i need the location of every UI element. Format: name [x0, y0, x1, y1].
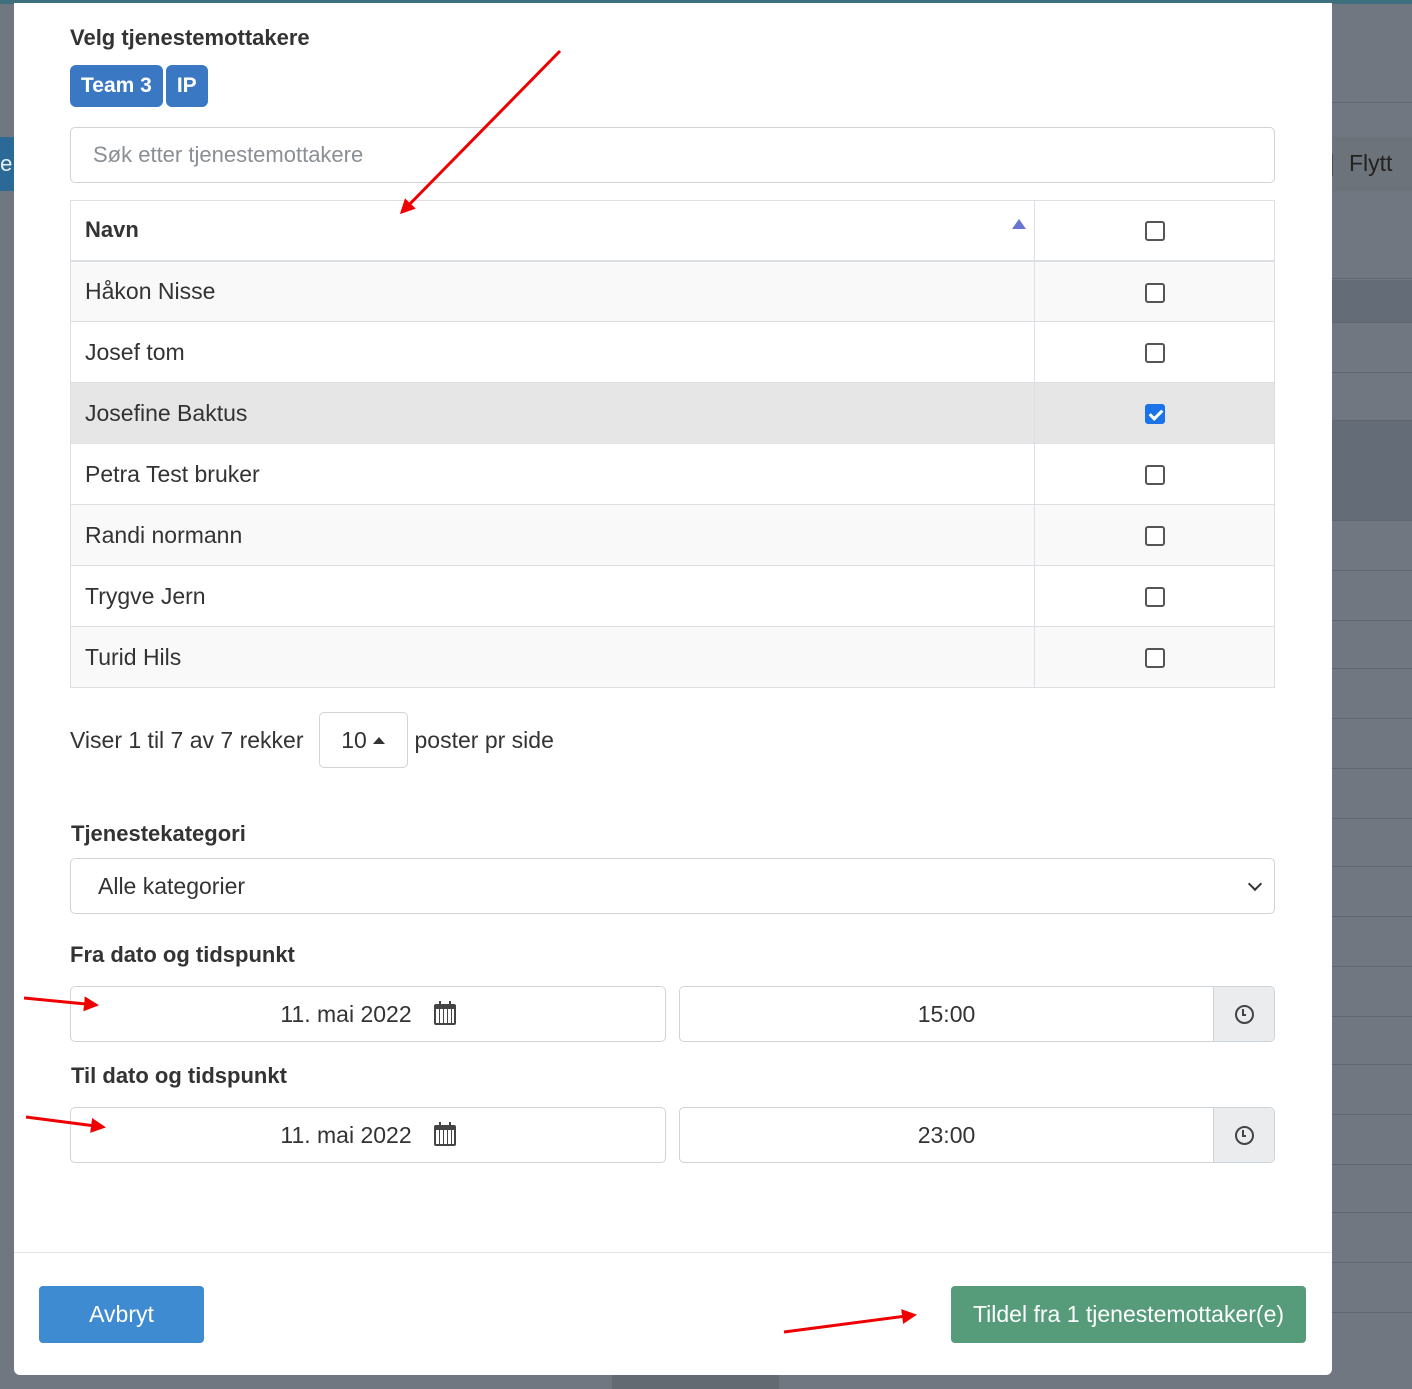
- caret-up-icon: [372, 736, 385, 744]
- from-date-input[interactable]: 11. mai 2022: [70, 986, 666, 1042]
- recipient-search-input[interactable]: [70, 127, 1275, 183]
- cancel-button[interactable]: Avbryt: [39, 1286, 204, 1343]
- chevron-down-icon: [1247, 876, 1263, 892]
- background-row: [1332, 420, 1412, 520]
- calendar-icon[interactable]: [433, 1000, 456, 1025]
- background-chip: [612, 1375, 779, 1389]
- assign-button[interactable]: Tildel fra 1 tjenestemottaker(e): [951, 1286, 1306, 1343]
- row-checkbox[interactable]: [1144, 343, 1165, 364]
- table-row[interactable]: Josef tom: [70, 321, 1275, 383]
- from-time-input[interactable]: 15:00: [679, 986, 1275, 1042]
- team-badge[interactable]: IP: [165, 65, 208, 107]
- pagination-summary: Viser 1 til 7 av 7 rekker: [70, 726, 304, 753]
- clock-icon: [1234, 1004, 1254, 1024]
- footer-divider: [14, 1252, 1332, 1253]
- row-checkbox[interactable]: [1144, 587, 1165, 608]
- recipient-name: Petra Test bruker: [70, 443, 1035, 505]
- sort-ascending-icon[interactable]: [1012, 219, 1026, 229]
- team-badge[interactable]: Team 3: [70, 65, 163, 107]
- category-select[interactable]: Alle kategorier: [70, 858, 1275, 914]
- assign-recipients-modal: Velg tjenestemottakere Team 3 IP Navn Hå…: [14, 3, 1332, 1375]
- table-row[interactable]: Petra Test bruker: [70, 443, 1275, 505]
- select-all-checkbox[interactable]: [1144, 221, 1165, 242]
- row-checkbox[interactable]: [1144, 526, 1165, 547]
- to-time-picker-button[interactable]: [1213, 1108, 1274, 1162]
- background-row: [1332, 280, 1412, 322]
- team-badges: Team 3 IP: [70, 65, 208, 107]
- row-checkbox[interactable]: [1144, 404, 1165, 425]
- table-row[interactable]: Trygve Jern: [70, 565, 1275, 627]
- select-all-cell: [1034, 200, 1275, 262]
- recipient-name: Josefine Baktus: [70, 382, 1035, 444]
- from-time-picker-button[interactable]: [1213, 987, 1274, 1041]
- pagination: Viser 1 til 7 av 7 rekker 10 poster pr s…: [70, 712, 554, 768]
- recipient-name: Randi normann: [70, 504, 1035, 566]
- row-checkbox[interactable]: [1144, 648, 1165, 669]
- page-size-suffix: poster pr side: [414, 726, 554, 753]
- table-row[interactable]: Håkon Nisse: [70, 260, 1275, 322]
- recipient-name: Håkon Nisse: [70, 260, 1035, 322]
- calendar-icon[interactable]: [433, 1121, 456, 1146]
- recipient-name: Trygve Jern: [70, 565, 1035, 627]
- table-row[interactable]: Josefine Baktus: [70, 382, 1275, 444]
- category-label: Tjenestekategori: [71, 821, 246, 846]
- column-header-name[interactable]: Navn: [70, 200, 1035, 262]
- from-label: Fra dato og tidspunkt: [70, 942, 295, 967]
- clock-icon: [1234, 1125, 1254, 1145]
- table-row[interactable]: Turid Hils: [70, 626, 1275, 688]
- to-time-input[interactable]: 23:00: [679, 1107, 1275, 1163]
- background-move-label: Flytt: [1349, 150, 1393, 176]
- recipients-label: Velg tjenestemottakere: [70, 25, 310, 50]
- table-row[interactable]: Randi normann: [70, 504, 1275, 566]
- recipient-name: Turid Hils: [70, 626, 1035, 688]
- to-label: Til dato og tidspunkt: [71, 1063, 287, 1088]
- page-size-dropdown[interactable]: 10: [318, 712, 408, 768]
- background-left-tab: te: [0, 137, 14, 191]
- recipients-table: Navn Håkon Nisse Josef tom Josefine Bakt…: [70, 200, 1275, 688]
- recipient-name: Josef tom: [70, 321, 1035, 383]
- to-date-input[interactable]: 11. mai 2022: [70, 1107, 666, 1163]
- row-checkbox[interactable]: [1144, 465, 1165, 486]
- row-checkbox[interactable]: [1144, 282, 1165, 303]
